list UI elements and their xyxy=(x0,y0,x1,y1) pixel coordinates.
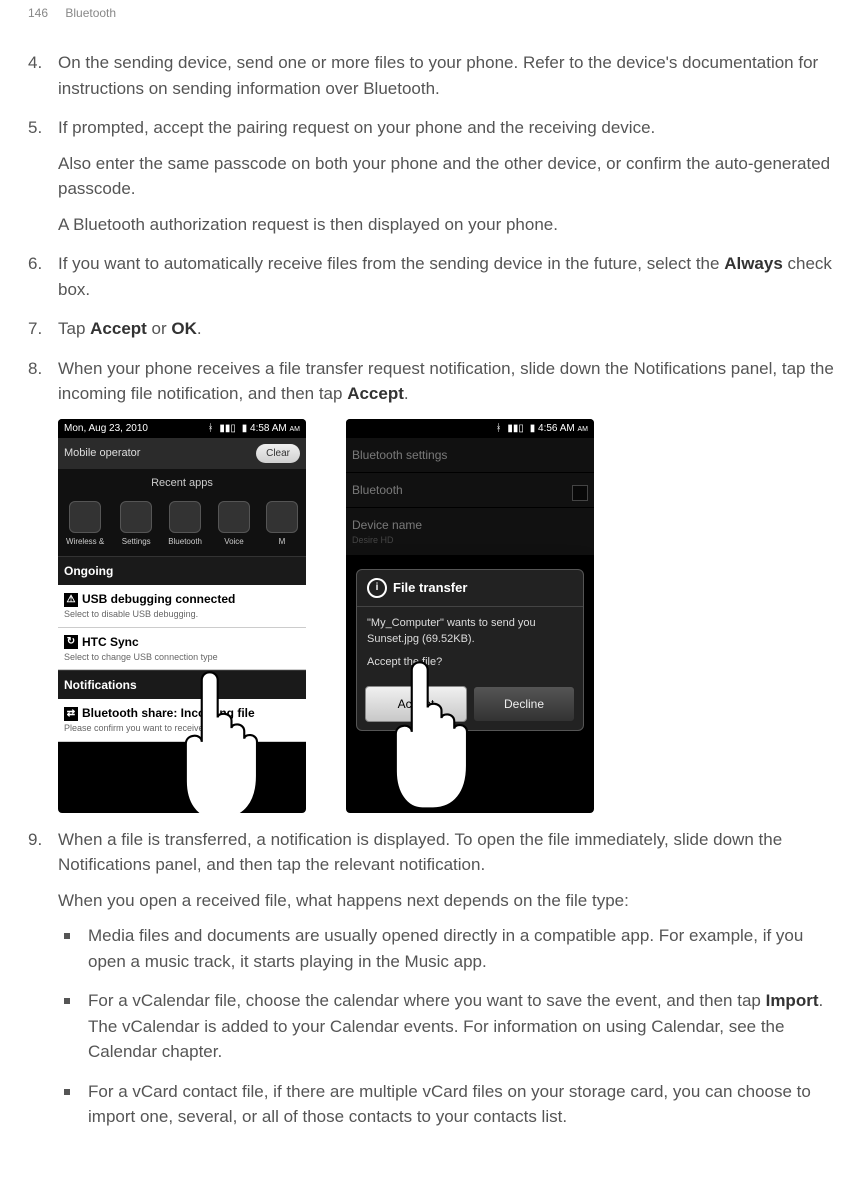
signal-icon: ▮▮▯ xyxy=(219,421,236,436)
app-bluetooth[interactable]: Bluetooth xyxy=(168,501,202,548)
device-name-label: Device name xyxy=(352,516,588,534)
sync-icon: ↻ xyxy=(64,635,78,649)
step-6-bold: Always xyxy=(724,254,783,273)
warning-icon: ⚠ xyxy=(64,593,78,607)
step-7-b2: OK xyxy=(171,319,197,338)
step-7-pre: Tap xyxy=(58,319,90,338)
app-wireless[interactable]: Wireless & xyxy=(66,501,104,548)
status-bar: Mon, Aug 23, 2010 ᚼ ▮▮▯ ▮ 4:58 AM AM xyxy=(58,419,306,438)
app-settings-label: Settings xyxy=(122,537,151,546)
usb-title: USB debugging connected xyxy=(82,592,235,606)
step-8: When your phone receives a file transfer… xyxy=(28,356,834,813)
info-icon: i xyxy=(367,578,387,598)
bluetooth-icon: ᚼ xyxy=(208,421,214,436)
app-more[interactable]: M xyxy=(266,501,298,548)
usb-sub: Select to disable USB debugging. xyxy=(64,608,300,622)
app-bluetooth-label: Bluetooth xyxy=(168,537,202,546)
clear-button[interactable]: Clear xyxy=(256,444,300,463)
app-voice[interactable]: Voice xyxy=(218,501,250,548)
bullet-vcal-bold: Import xyxy=(766,991,819,1010)
step-8-pre: When your phone receives a file transfer… xyxy=(58,359,834,404)
step-6: If you want to automatically receive fil… xyxy=(28,251,834,302)
step-6-pre: If you want to automatically receive fil… xyxy=(58,254,724,273)
bullet-vcalendar: For a vCalendar file, choose the calenda… xyxy=(58,988,834,1065)
operator-bar: Mobile operator Clear xyxy=(58,438,306,469)
signal-icon-2: ▮▮▯ xyxy=(507,421,524,436)
ongoing-header: Ongoing xyxy=(58,556,306,585)
page-number: 146 xyxy=(28,6,62,20)
device-name-row[interactable]: Device name Desire HD xyxy=(346,508,594,557)
bt-share-icon: ⇄ xyxy=(64,707,78,721)
am-label: AM xyxy=(290,426,301,433)
step-8-post: . xyxy=(404,384,409,403)
usb-debugging-row[interactable]: ⚠ USB debugging connected Select to disab… xyxy=(58,585,306,628)
page-header: 146 Bluetooth xyxy=(28,0,834,50)
step-9-text: When a file is transferred, a notificati… xyxy=(58,830,782,875)
step-5-text: If prompted, accept the pairing request … xyxy=(58,118,655,137)
decline-button[interactable]: Decline xyxy=(473,686,575,722)
am-label-2: AM xyxy=(578,426,589,433)
status-time-2: 4:56 AM xyxy=(538,423,575,434)
app-wireless-label: Wireless & xyxy=(66,537,104,546)
bullet-media: Media files and documents are usually op… xyxy=(58,923,834,974)
status-time: 4:58 AM xyxy=(250,423,287,434)
step-7-mid: or xyxy=(147,319,172,338)
step-7-post: . xyxy=(197,319,202,338)
bt-label: Bluetooth xyxy=(352,481,588,499)
bullet-vcard-text: For a vCard contact file, if there are m… xyxy=(88,1082,811,1127)
battery-icon-2: ▮ xyxy=(530,421,536,436)
step-5: If prompted, accept the pairing request … xyxy=(28,115,834,237)
step-4-text: On the sending device, send one or more … xyxy=(58,53,818,98)
bluetooth-icon-2: ᚼ xyxy=(496,421,502,436)
bt-checkbox[interactable] xyxy=(572,485,588,501)
bullet-vcal-pre: For a vCalendar file, choose the calenda… xyxy=(88,991,766,1010)
step-4: On the sending device, send one or more … xyxy=(28,50,834,101)
dialog-title: File transfer xyxy=(393,578,467,598)
recent-apps-label: Recent apps xyxy=(58,469,306,498)
bullet-vcard: For a vCard contact file, if there are m… xyxy=(58,1079,834,1130)
step-5-p3: A Bluetooth authorization request is the… xyxy=(58,212,834,238)
sync-title: HTC Sync xyxy=(82,635,139,649)
hand-pointer-icon-2 xyxy=(378,649,488,813)
hand-pointer-icon xyxy=(168,659,278,813)
device-name-value: Desire HD xyxy=(352,534,588,548)
step-5-p2: Also enter the same passcode on both you… xyxy=(58,151,834,202)
bt-toggle-row[interactable]: Bluetooth xyxy=(346,473,594,508)
status-date: Mon, Aug 23, 2010 xyxy=(64,421,148,436)
screenshot-dialog: ᚼ ▮▮▯ ▮ 4:56 AM AM Bluetooth settings Bl… xyxy=(346,419,594,813)
dialog-line1: "My_Computer" wants to send you Sunset.j… xyxy=(367,615,573,648)
step-9-p2: When you open a received file, what happ… xyxy=(58,888,834,914)
app-voice-label: Voice xyxy=(224,537,244,546)
operator-label: Mobile operator xyxy=(64,445,140,462)
app-settings[interactable]: Settings xyxy=(120,501,152,548)
step-9: When a file is transferred, a notificati… xyxy=(28,827,834,1130)
screenshot-row: Mon, Aug 23, 2010 ᚼ ▮▮▯ ▮ 4:58 AM AM Mob… xyxy=(58,419,834,813)
step-7-b1: Accept xyxy=(90,319,147,338)
bullet-media-text: Media files and documents are usually op… xyxy=(88,926,803,971)
status-bar-2: ᚼ ▮▮▯ ▮ 4:56 AM AM xyxy=(346,419,594,438)
section-title: Bluetooth xyxy=(65,6,116,20)
app-more-label: M xyxy=(279,537,286,546)
battery-icon: ▮ xyxy=(242,421,248,436)
step-8-bold: Accept xyxy=(347,384,404,403)
step-7: Tap Accept or OK. xyxy=(28,316,834,342)
dialog-header: i File transfer xyxy=(357,570,583,607)
recent-apps-row: Wireless & Settings Bluetooth Voice M xyxy=(58,497,306,556)
bt-settings-title: Bluetooth settings xyxy=(346,438,594,473)
screenshot-notifications: Mon, Aug 23, 2010 ᚼ ▮▮▯ ▮ 4:58 AM AM Mob… xyxy=(58,419,306,813)
bt-settings-label: Bluetooth settings xyxy=(352,446,588,464)
